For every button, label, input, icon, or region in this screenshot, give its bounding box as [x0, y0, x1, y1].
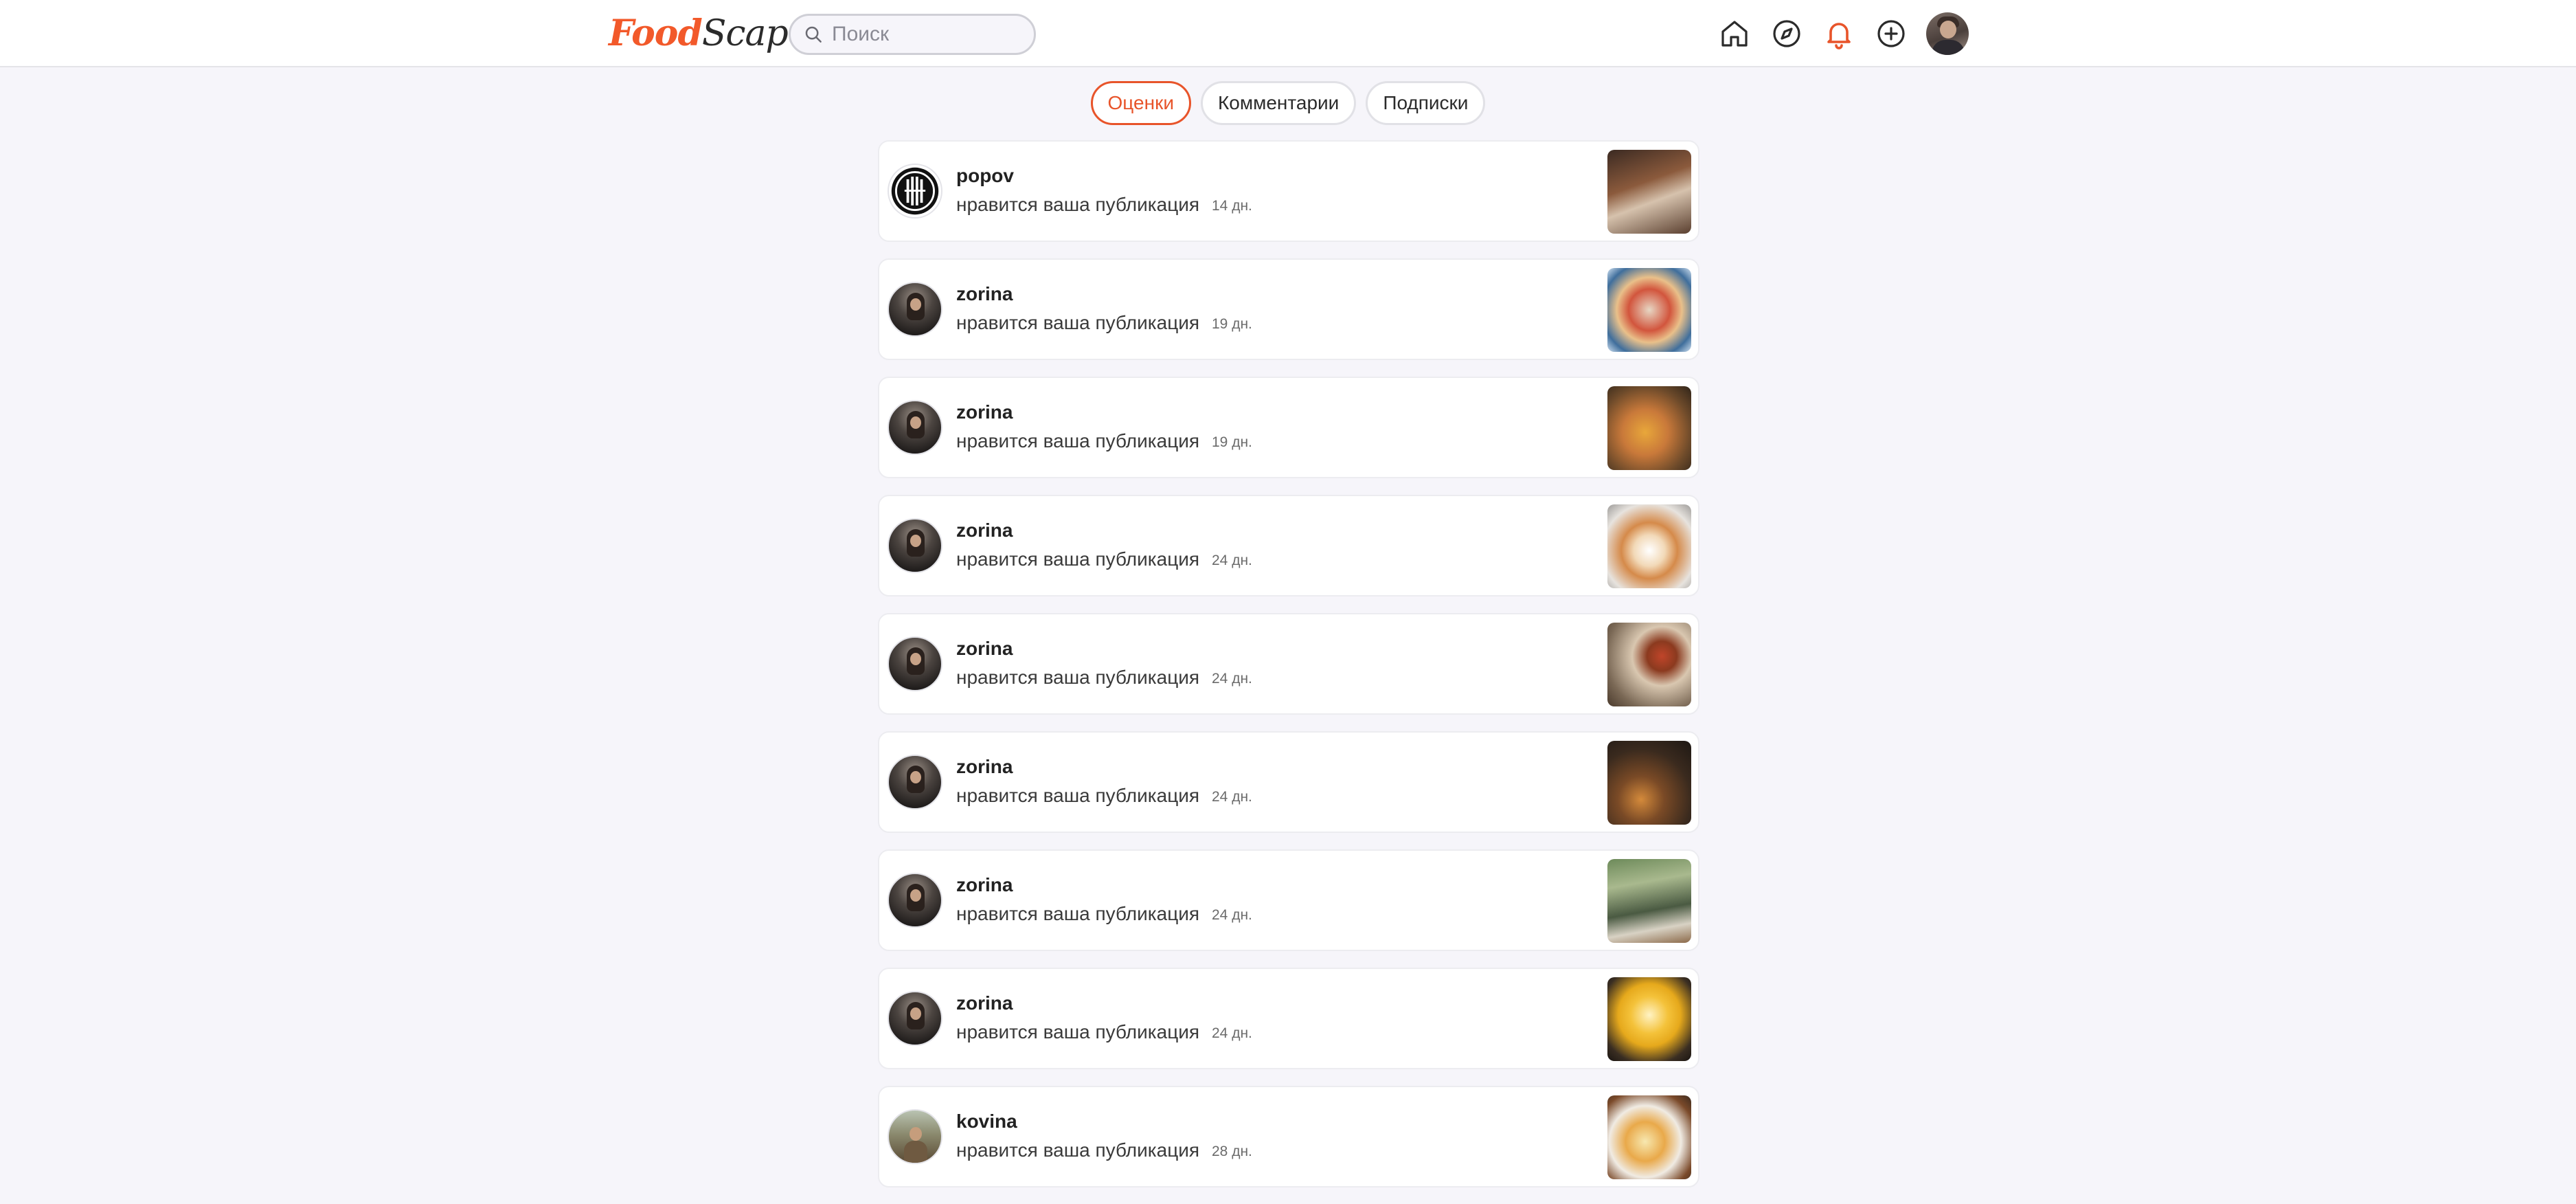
notification-item[interactable]: zorina нравится ваша публикация 24 дн.: [878, 968, 1699, 1069]
user-avatar[interactable]: [888, 991, 942, 1046]
username[interactable]: zorina: [956, 992, 1013, 1014]
notification-text: нравится ваша публикация: [956, 194, 1200, 215]
user-avatar[interactable]: [888, 518, 942, 573]
notification-time: 19 дн.: [1212, 316, 1252, 332]
notification-time: 28 дн.: [1212, 1144, 1252, 1159]
username[interactable]: zorina: [956, 756, 1013, 778]
user-avatar[interactable]: [888, 1109, 942, 1164]
notification-time: 14 дн.: [1212, 198, 1252, 214]
create-post-button[interactable]: [1874, 16, 1908, 51]
username[interactable]: zorina: [956, 638, 1013, 660]
post-thumbnail[interactable]: [1607, 623, 1691, 706]
notification-time: 24 дн.: [1212, 553, 1252, 568]
user-avatar[interactable]: [888, 755, 942, 810]
notification-tabs: Оценки Комментарии Подписки: [0, 81, 2576, 125]
explore-button[interactable]: [1770, 16, 1804, 51]
notification-text: нравится ваша публикация: [956, 430, 1200, 452]
post-thumbnail[interactable]: [1607, 859, 1691, 943]
home-button[interactable]: [1717, 16, 1752, 51]
logo-text-food: Food: [609, 12, 703, 54]
create-post-plus-icon: [1877, 20, 1905, 47]
search-input[interactable]: [831, 22, 1032, 47]
post-thumbnail[interactable]: [1607, 386, 1691, 470]
post-thumbnail[interactable]: [1607, 741, 1691, 825]
search-icon: [805, 26, 822, 43]
avatar-photo-body: [1932, 40, 1965, 55]
user-avatar[interactable]: [888, 636, 942, 691]
post-thumbnail[interactable]: [1607, 504, 1691, 588]
explore-compass-icon: [1773, 20, 1800, 47]
popov-logo-icon: [891, 167, 939, 215]
avatar-photo-face: [1940, 21, 1956, 38]
home-icon: [1721, 21, 1748, 47]
post-thumbnail[interactable]: [1607, 268, 1691, 352]
notification-item[interactable]: kovina нравится ваша публикация 28 дн.: [878, 1086, 1699, 1188]
notification-text: нравится ваша публикация: [956, 548, 1200, 570]
notification-item[interactable]: zorina нравится ваша публикация 24 дн.: [878, 731, 1699, 833]
notification-item[interactable]: popov нравится ваша публикация 14 дн.: [878, 140, 1699, 242]
user-avatar[interactable]: [888, 400, 942, 455]
notification-item[interactable]: zorina нравится ваша публикация 24 дн.: [878, 495, 1699, 597]
post-thumbnail[interactable]: [1607, 1095, 1691, 1179]
notifications-bell-icon: [1827, 23, 1851, 49]
search-box[interactable]: [789, 14, 1036, 55]
notification-text: нравится ваша публикация: [956, 1021, 1200, 1043]
profile-avatar[interactable]: [1926, 12, 1969, 55]
notification-text: нравится ваша публикация: [956, 312, 1200, 333]
notification-text: нравится ваша публикация: [956, 903, 1200, 924]
notification-time: 19 дн.: [1212, 434, 1252, 450]
notification-time: 24 дн.: [1212, 671, 1252, 687]
user-avatar[interactable]: [888, 164, 942, 219]
top-nav-bar: Food Scape: [0, 0, 2576, 67]
username[interactable]: kovina: [956, 1111, 1017, 1133]
notification-item[interactable]: zorina нравится ваша публикация 19 дн.: [878, 258, 1699, 360]
username[interactable]: zorina: [956, 401, 1013, 423]
user-avatar[interactable]: [888, 873, 942, 928]
notification-time: 24 дн.: [1212, 1025, 1252, 1041]
tab-ratings[interactable]: Оценки: [1090, 81, 1191, 125]
username[interactable]: zorina: [956, 874, 1013, 896]
notification-text: нравится ваша публикация: [956, 1139, 1200, 1161]
notification-item[interactable]: zorina нравится ваша публикация 24 дн.: [878, 613, 1699, 715]
user-avatar[interactable]: [888, 282, 942, 337]
notification-time: 24 дн.: [1212, 789, 1252, 805]
notifications-button[interactable]: [1822, 16, 1856, 51]
notification-item[interactable]: zorina нравится ваша публикация 24 дн.: [878, 849, 1699, 951]
username[interactable]: zorina: [956, 520, 1013, 542]
username[interactable]: zorina: [956, 283, 1013, 305]
tab-comments[interactable]: Комментарии: [1200, 81, 1357, 125]
notification-text: нравится ваша публикация: [956, 785, 1200, 806]
notification-item[interactable]: zorina нравится ваша публикация 19 дн.: [878, 377, 1699, 478]
post-thumbnail[interactable]: [1607, 150, 1691, 234]
notification-time: 24 дн.: [1212, 907, 1252, 923]
notification-list: popov нравится ваша публикация 14 дн. zo…: [878, 140, 1699, 1204]
notification-text: нравится ваша публикация: [956, 667, 1200, 688]
post-thumbnail[interactable]: [1607, 977, 1691, 1061]
tab-subscriptions[interactable]: Подписки: [1366, 81, 1486, 125]
username[interactable]: popov: [956, 165, 1014, 187]
foodscape-logo[interactable]: Food Scape: [609, 10, 809, 58]
